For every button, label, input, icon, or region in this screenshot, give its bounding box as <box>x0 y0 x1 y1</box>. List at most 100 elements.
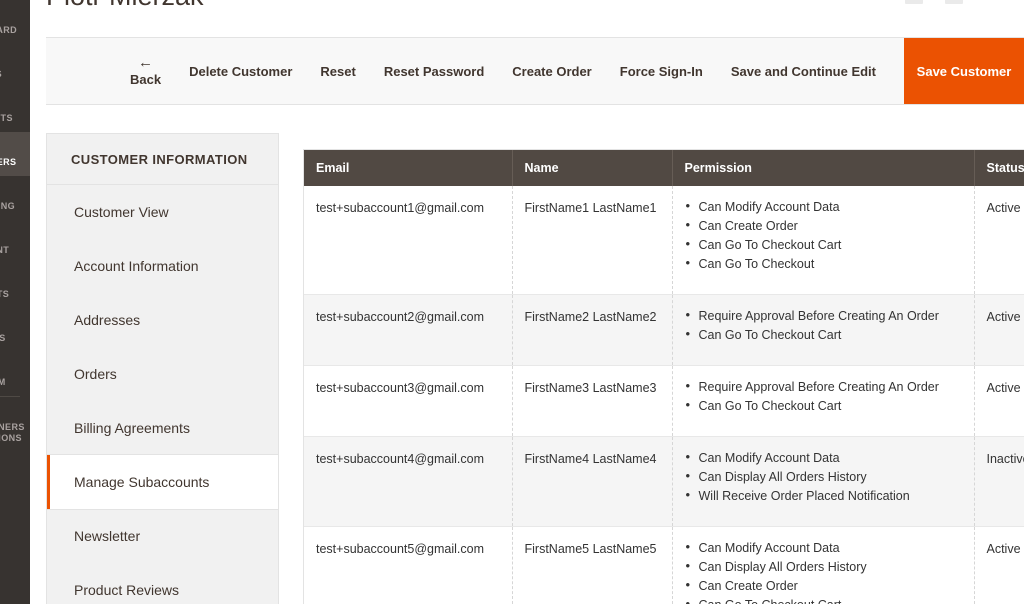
column-header-name[interactable]: Name <box>512 150 673 186</box>
cell-status: Active <box>974 294 1024 366</box>
permission-item: Can Create Order <box>686 218 962 238</box>
admin-sidebar-nav: ⌂DASHBOARD▤SALES▧PRODUCTS☺CUSTOMERS▮MARK… <box>0 0 30 604</box>
save-and-continue-edit-button[interactable]: Save and Continue Edit <box>717 38 890 104</box>
dashboard-icon: ⌂ <box>0 7 28 25</box>
back-button[interactable]: ← Back <box>116 38 175 104</box>
cell-status: Active <box>974 186 1024 295</box>
customer-info-item-manage-subaccounts[interactable]: Manage Subaccounts <box>47 455 278 509</box>
table-row[interactable]: test+subaccount5@gmail.com FirstName5 Las… <box>304 526 1024 604</box>
permission-item: Will Receive Order Placed Notification <box>686 488 962 508</box>
page-title: Piotr Mierzak <box>46 0 204 12</box>
nav-item-dashboard[interactable]: ⌂DASHBOARD <box>0 0 30 44</box>
button-label: Reset Password <box>383 63 485 79</box>
permission-item: Can Modify Account Data <box>686 540 962 560</box>
cell-name: FirstName5 LastName5 <box>512 526 673 604</box>
permission-list: Can Modify Account DataCan Display All O… <box>685 540 962 604</box>
customer-info-item-label: Addresses <box>74 312 141 328</box>
content-icon: ▭ <box>0 227 28 245</box>
column-header-permission[interactable]: Permission <box>672 150 975 186</box>
reset-password-button[interactable]: Reset Password <box>370 38 498 104</box>
nav-item-system[interactable]: ⚙SYSTEM <box>0 352 30 396</box>
nav-item-find-partners-extensions[interactable]: ◘FIND PARTNERS & EXTENSIONS <box>0 397 30 452</box>
button-label: Save Customer <box>916 63 1012 79</box>
delete-customer-button[interactable]: Delete Customer <box>175 38 306 104</box>
permission-item: Can Go To Checkout Cart <box>686 327 962 347</box>
table-row[interactable]: test+subaccount2@gmail.com FirstName2 Las… <box>304 294 1024 366</box>
create-order-button[interactable]: Create Order <box>498 38 605 104</box>
nav-item-content[interactable]: ▭CONTENT <box>0 220 30 264</box>
reset-button[interactable]: Reset <box>306 38 369 104</box>
cell-email: test+subaccount3@gmail.com <box>304 365 513 437</box>
cell-email: test+subaccount1@gmail.com <box>304 186 513 295</box>
button-label: Reset <box>320 63 356 79</box>
nav-item-label: STORES <box>0 333 6 343</box>
customer-info-item-label: Newsletter <box>74 528 141 544</box>
customer-info-item-billing-agreements[interactable]: Billing Agreements <box>47 401 278 455</box>
nav-item-products[interactable]: ▧PRODUCTS <box>0 88 30 132</box>
cell-permission: Can Modify Account DataCan Display All O… <box>672 436 975 527</box>
header-ghost-control-1[interactable] <box>905 0 923 4</box>
table-row[interactable]: test+subaccount3@gmail.com FirstName3 Las… <box>304 365 1024 437</box>
cell-email: test+subaccount4@gmail.com <box>304 436 513 527</box>
cell-permission: Can Modify Account DataCan Create OrderC… <box>672 186 975 295</box>
customer-info-item-label: Account Information <box>74 258 199 274</box>
button-label: Force Sign-In <box>619 63 703 79</box>
customer-info-item-label: Orders <box>74 366 117 382</box>
permission-list: Require Approval Before Creating An Orde… <box>685 379 962 418</box>
products-icon: ▧ <box>0 95 28 113</box>
permission-item: Require Approval Before Creating An Orde… <box>686 379 962 399</box>
marketing-icon: ▮ <box>0 183 28 201</box>
permission-item: Can Go To Checkout Cart <box>686 237 962 257</box>
nav-item-reports[interactable]: ▥REPORTS <box>0 264 30 308</box>
nav-item-sales[interactable]: ▤SALES <box>0 44 30 88</box>
nav-item-label: SYSTEM <box>0 377 6 387</box>
sales-icon: ▤ <box>0 51 28 69</box>
customer-information-menu: Customer View Account Information Addresse… <box>47 185 278 604</box>
cell-name: FirstName4 LastName4 <box>512 436 673 527</box>
table-header: Email Name Permission Status <box>304 150 1024 186</box>
nav-item-customers[interactable]: ☺CUSTOMERS <box>0 132 30 176</box>
cell-email: test+subaccount5@gmail.com <box>304 526 513 604</box>
button-label: Save and Continue Edit <box>730 63 876 79</box>
customer-info-item-account-information[interactable]: Account Information <box>47 239 278 293</box>
button-label: Back <box>130 72 162 87</box>
page-actions-toolbar: ← Back Delete Customer Reset Reset Password C… <box>46 37 1024 105</box>
admin-page: ⌂DASHBOARD▤SALES▧PRODUCTS☺CUSTOMERS▮MARK… <box>0 0 1024 604</box>
table-row[interactable]: test+subaccount4@gmail.com FirstName4 Las… <box>304 436 1024 527</box>
customer-info-item-label: Billing Agreements <box>74 420 190 436</box>
cell-permission: Require Approval Before Creating An Orde… <box>672 365 975 437</box>
save-customer-button[interactable]: Save Customer <box>904 38 1024 104</box>
customer-info-item-customer-view[interactable]: Customer View <box>47 185 278 239</box>
permission-item: Can Go To Checkout Cart <box>686 398 962 418</box>
stores-icon: ⌂ <box>0 315 28 333</box>
nav-item-label: MARKETING <box>0 201 16 211</box>
cell-status: Active <box>974 365 1024 437</box>
nav-item-marketing[interactable]: ▮MARKETING <box>0 176 30 220</box>
table-row[interactable]: test+subaccount1@gmail.com FirstName1 Las… <box>304 186 1024 295</box>
permission-list: Can Modify Account DataCan Create OrderC… <box>685 199 962 276</box>
permission-item: Can Display All Orders History <box>686 559 962 579</box>
content-area: CUSTOMER INFORMATION Customer View Accoun… <box>46 130 1024 604</box>
back-arrow-icon: ← <box>138 54 154 71</box>
customer-info-item-label: Manage Subaccounts <box>74 474 210 490</box>
column-header-status[interactable]: Status <box>974 150 1024 186</box>
permission-item: Can Modify Account Data <box>686 199 962 219</box>
cell-name: FirstName1 LastName1 <box>512 186 673 295</box>
system-icon: ⚙ <box>0 359 28 377</box>
customer-info-item-product-reviews[interactable]: Product Reviews <box>47 563 278 604</box>
button-label: Delete Customer <box>189 63 293 79</box>
nav-item-stores[interactable]: ⌂STORES <box>0 308 30 352</box>
customer-info-item-orders[interactable]: Orders <box>47 347 278 401</box>
permission-item: Can Modify Account Data <box>686 450 962 470</box>
permission-item: Can Create Order <box>686 578 962 598</box>
header-ghost-control-2[interactable] <box>945 0 963 4</box>
table-body: test+subaccount1@gmail.com FirstName1 Las… <box>304 186 1024 604</box>
force-sign-in-button[interactable]: Force Sign-In <box>606 38 717 104</box>
subaccounts-table-container: Email Name Permission Status test+subaccoun… <box>303 149 1024 604</box>
nav-item-label: REPORTS <box>0 289 10 299</box>
permission-item: Can Go To Checkout <box>686 256 962 276</box>
customer-info-item-newsletter[interactable]: Newsletter <box>47 509 278 563</box>
cell-status: Active <box>974 526 1024 604</box>
column-header-email[interactable]: Email <box>304 150 513 186</box>
customer-info-item-addresses[interactable]: Addresses <box>47 293 278 347</box>
